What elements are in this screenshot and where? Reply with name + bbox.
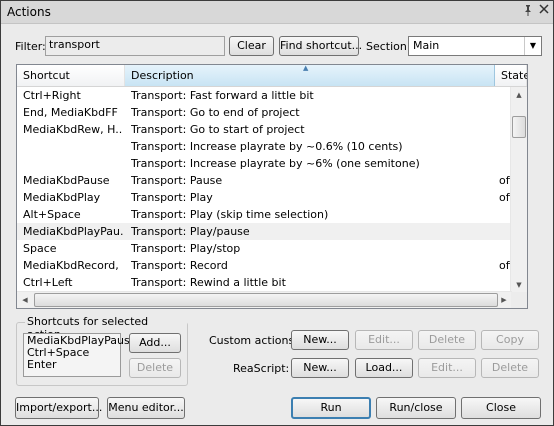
reascript-new-button[interactable]: New... [291, 358, 349, 378]
custom-delete-button[interactable]: Delete [418, 330, 476, 350]
filter-input[interactable]: transport [45, 36, 225, 56]
vertical-scroll-thumb[interactable] [512, 116, 526, 138]
description-cell: Transport: Go to end of project [131, 106, 300, 119]
description-cell: Transport: Fast forward a little bit [131, 89, 314, 102]
shortcut-cell: Ctrl+Right [23, 89, 81, 102]
description-cell: Transport: Go to start of project [131, 123, 305, 136]
horizontal-scrollbar[interactable]: ◀ ▶ [17, 291, 512, 308]
title-bar[interactable]: Actions [1, 1, 553, 24]
find-shortcut-button[interactable]: Find shortcut... [279, 36, 362, 56]
description-cell: Transport: Pause [131, 174, 223, 187]
delete-shortcut-button[interactable]: Delete [129, 358, 181, 378]
shortcuts-group: Shortcuts for selected action MediaKbdPl… [16, 315, 188, 386]
shortcut-cell: Alt+Space [23, 208, 81, 221]
menu-editor-button[interactable]: Menu editor... [107, 397, 185, 419]
custom-new-button[interactable]: New... [291, 330, 349, 350]
clear-button[interactable]: Clear [229, 36, 274, 56]
close-button[interactable]: Close [461, 397, 541, 419]
add-shortcut-button[interactable]: Add... [129, 333, 181, 353]
shortcut-cell: Space [23, 242, 57, 255]
table-row[interactable]: Transport: Increase playrate by ~0.6% (1… [17, 138, 512, 155]
shortcut-item[interactable]: Enter [27, 359, 120, 371]
run-button[interactable]: Run [291, 397, 371, 419]
section-value: Main [413, 39, 440, 52]
table-row[interactable]: Ctrl+Right Transport: Fast forward a litt… [17, 87, 512, 104]
run-close-button[interactable]: Run/close [376, 397, 456, 419]
scroll-down-icon[interactable]: ▼ [511, 277, 527, 293]
reascript-edit-button[interactable]: Edit... [418, 358, 476, 378]
table-row[interactable]: MediaKbdPlay Transport: Play off [17, 189, 512, 206]
shortcut-cell: MediaKbdPlayPau... [23, 225, 123, 238]
shortcut-cell: MediaKbdPause [23, 174, 110, 187]
custom-actions-label: Custom actions: [209, 334, 298, 347]
description-cell: Transport: Play [131, 191, 213, 204]
column-header-shortcut[interactable]: Shortcut [17, 65, 125, 86]
scroll-right-icon[interactable]: ▶ [496, 292, 512, 308]
description-cell: Transport: Play (skip time selection) [131, 208, 329, 221]
reascript-delete-button[interactable]: Delete [481, 358, 539, 378]
shortcut-cell: MediaKbdRew, H... [23, 123, 123, 136]
table-row[interactable]: MediaKbdPlayPau... Transport: Play/pause [17, 223, 512, 240]
table-row[interactable]: MediaKbdRecord, ... Transport: Record off [17, 257, 512, 274]
table-row[interactable]: Ctrl+Left Transport: Rewind a little bit [17, 274, 512, 291]
table-row[interactable]: MediaKbdPause Transport: Pause off [17, 172, 512, 189]
description-cell: Transport: Increase playrate by ~6% (one… [131, 157, 420, 170]
chevron-down-icon: ▼ [524, 37, 541, 55]
column-header-description-label: Description [131, 69, 194, 82]
custom-copy-button[interactable]: Copy [481, 330, 539, 350]
section-select[interactable]: Main ▼ [408, 36, 542, 56]
reascript-label: ReaScript: [233, 362, 290, 375]
shortcut-cell: Ctrl+Left [23, 276, 73, 289]
actions-table: Shortcut Description ▲ State Ctrl+Right T… [16, 64, 528, 309]
description-cell: Transport: Record [131, 259, 228, 272]
table-body: Ctrl+Right Transport: Fast forward a litt… [17, 87, 512, 293]
scroll-left-icon[interactable]: ◀ [17, 292, 33, 308]
close-icon[interactable] [537, 4, 551, 18]
column-header-description[interactable]: Description ▲ [125, 65, 495, 86]
filter-label: Filter: [15, 40, 46, 53]
description-cell: Transport: Play/pause [131, 225, 250, 238]
actions-window: Actions Filter: transport Clear Find sho… [0, 0, 554, 426]
vertical-scrollbar[interactable]: ▲ ▼ [510, 87, 527, 293]
table-row[interactable]: Transport: Increase playrate by ~6% (one… [17, 155, 512, 172]
scrollbar-corner [511, 292, 527, 308]
window-title: Actions [7, 5, 51, 19]
section-label: Section: [366, 40, 411, 53]
sort-ascending-icon: ▲ [303, 64, 309, 72]
column-header-state[interactable]: State [495, 65, 527, 86]
description-cell: Transport: Increase playrate by ~0.6% (1… [131, 140, 403, 153]
shortcut-cell: End, MediaKbdFF [23, 106, 118, 119]
scroll-up-icon[interactable]: ▲ [511, 87, 527, 103]
shortcut-cell: MediaKbdRecord, ... [23, 259, 123, 272]
reascript-load-button[interactable]: Load... [355, 358, 413, 378]
table-row[interactable]: Space Transport: Play/stop [17, 240, 512, 257]
custom-edit-button[interactable]: Edit... [355, 330, 413, 350]
horizontal-scroll-thumb[interactable] [34, 293, 498, 307]
table-row[interactable]: Alt+Space Transport: Play (skip time sele… [17, 206, 512, 223]
filter-value: transport [49, 38, 100, 51]
description-cell: Transport: Play/stop [131, 242, 241, 255]
pin-icon[interactable] [521, 4, 535, 18]
table-row[interactable]: End, MediaKbdFF Transport: Go to end of p… [17, 104, 512, 121]
shortcuts-list[interactable]: MediaKbdPlayPause Ctrl+Space Enter [23, 333, 137, 377]
description-cell: Transport: Rewind a little bit [131, 276, 286, 289]
table-header: Shortcut Description ▲ State [17, 65, 527, 87]
shortcut-cell: MediaKbdPlay [23, 191, 101, 204]
table-row[interactable]: MediaKbdRew, H... Transport: Go to start … [17, 121, 512, 138]
import-export-button[interactable]: Import/export... [15, 397, 102, 419]
